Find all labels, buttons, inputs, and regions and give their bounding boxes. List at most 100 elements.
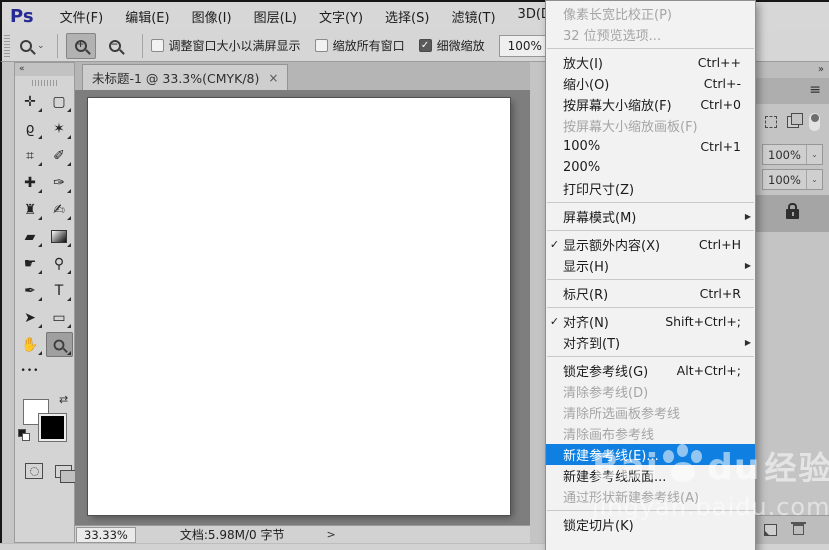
tab-close-icon[interactable]: × [268,71,278,85]
crop-tool-icon: ⌗ [26,147,34,164]
menu-item-pixel-aspect-ratio-correction[interactable]: 像素长宽比校正(P) [546,3,755,24]
smudge-tool[interactable]: ☛ [17,251,44,276]
default-colors-icon[interactable] [18,429,30,441]
brush-tool[interactable]: ✑ [46,170,73,195]
trash-icon[interactable] [791,522,806,535]
scrubby-zoom-checkbox[interactable]: 细微缩放 [418,37,485,54]
menu-shortcut: Ctrl+R [699,286,741,301]
menu-item-print-size[interactable]: 打印尺寸(Z) [546,178,755,199]
new-layer-icon[interactable] [764,523,777,536]
menubar-item-type[interactable]: 文字(Y) [309,3,373,30]
tools-panel: « ✛ ▢ ϱ ✶ ⌗ ✐ ✚ ✑ ♜ ✍ ▰ ☛ ⚲ ✒ T ➤ ▭ ✋ ••• ⇄ [14,62,77,543]
menu-item-clear-guides[interactable]: 清除参考线(D) [546,381,755,402]
dock-collapse-icon[interactable]: » [756,62,829,78]
menu-item-32bit-preview-options[interactable]: 32 位预览选项... [546,24,755,45]
chevron-down-icon[interactable]: ⌄ [806,170,822,189]
shape-tool-icon: ▭ [52,309,66,326]
opacity-field[interactable]: 100% ⌄ [762,144,823,165]
background-layer-row[interactable] [756,195,829,232]
zoom-tool-preset[interactable]: ⌄ [16,39,49,52]
type-tool[interactable]: T [46,278,73,303]
zoom-percent-field[interactable]: 100% [498,34,551,57]
fill-field[interactable]: 100% ⌄ [762,169,823,190]
lock-transparent-icon[interactable] [765,116,777,128]
marquee-tool-icon: ▢ [52,93,66,110]
toggle-knob-icon[interactable] [809,113,820,131]
menu-item-clear-canvas-guides[interactable]: 清除画布参考线 [546,423,755,444]
menubar-item-image[interactable]: 图像(I) [182,3,242,30]
dodge-tool[interactable]: ⚲ [46,251,73,276]
eyedropper-tool[interactable]: ✐ [46,143,73,168]
menu-item-new-guide[interactable]: 新建参考线(E)... [546,444,755,465]
menu-item-fit-on-screen[interactable]: 按屏幕大小缩放(F) Ctrl+0 [546,94,755,115]
resize-windows-to-fit-checkbox[interactable]: 调整窗口大小以满屏显示 [150,37,301,54]
pen-tool[interactable]: ✒ [17,278,44,303]
menu-item-snap[interactable]: ✓ 对齐(N) Shift+Ctrl+; [546,311,755,332]
status-zoom-field[interactable]: 33.33% [76,526,136,543]
eraser-tool[interactable]: ▰ [17,224,44,249]
marquee-tool[interactable]: ▢ [46,89,73,114]
document-tab-title: 未标题-1 @ 33.3%(CMYK/8) [92,71,260,86]
menubar-item-edit[interactable]: 编辑(E) [115,3,179,30]
hand-tool[interactable]: ✋ [17,332,44,357]
zoom-tool[interactable] [45,332,73,357]
tools-grid: ✛ ▢ ϱ ✶ ⌗ ✐ ✚ ✑ ♜ ✍ ▰ ☛ ⚲ ✒ T ➤ ▭ ✋ ••• [15,88,74,385]
healing-brush-tool[interactable]: ✚ [17,170,44,195]
move-tool[interactable]: ✛ [17,89,44,114]
menu-item-fit-artboard-on-screen[interactable]: 按屏幕大小缩放画板(F) [546,115,755,136]
menu-item-show-extras[interactable]: ✓ 显示额外内容(X) Ctrl+H [546,234,755,255]
tools-panel-collapse[interactable]: « [15,63,74,76]
screen-mode-button[interactable] [55,464,77,483]
zoom-out-button[interactable]: − [100,33,130,59]
checkbox-icon[interactable] [314,39,328,52]
canvas[interactable] [88,98,510,515]
quick-mask-button[interactable] [25,463,43,479]
tools-panel-grip[interactable] [31,80,58,86]
menu-item-lock-slices[interactable]: 锁定切片(K) [546,514,755,535]
menubar-item-select[interactable]: 选择(S) [375,3,439,30]
menu-item-new-guide-layout[interactable]: 新建参考线版面... [546,465,755,486]
shape-tool[interactable]: ▭ [46,305,73,330]
panel-menu-icon[interactable]: ≡ [756,78,829,104]
menu-item-zoom-100[interactable]: 100% Ctrl+1 [546,136,755,157]
menu-item-screen-mode[interactable]: 屏幕模式(M) ▶ [546,206,755,227]
menu-separator [547,307,754,308]
canvas-area [75,90,530,525]
swap-colors-icon[interactable]: ⇄ [59,393,68,406]
menu-item-zoom-in[interactable]: 放大(I) Ctrl++ [546,52,755,73]
document-tab[interactable]: 未标题-1 @ 33.3%(CMYK/8) × [82,64,289,90]
quick-selection-tool[interactable]: ✶ [46,116,73,141]
left-frame-strip [0,62,14,543]
layers-panel-bottom-bar [756,515,829,543]
status-chevron-icon[interactable]: > [326,528,335,541]
menu-item-new-guides-from-shape[interactable]: 通过形状新建参考线(A) [546,486,755,507]
menu-item-zoom-out[interactable]: 缩小(O) Ctrl+- [546,73,755,94]
options-bar-grip[interactable] [4,34,10,57]
background-color-swatch[interactable] [39,414,66,441]
zoom-all-windows-checkbox[interactable]: 缩放所有窗口 [314,37,405,54]
menu-item-rulers[interactable]: 标尺(R) Ctrl+R [546,283,755,304]
more-tools[interactable]: ••• [17,359,44,384]
history-brush-tool[interactable]: ✍ [46,197,73,222]
crop-tool[interactable]: ⌗ [17,143,44,168]
chevron-down-icon[interactable]: ⌄ [806,145,822,164]
menu-shortcut: Ctrl+0 [700,97,741,112]
menu-item-clear-selected-artboard-guides[interactable]: 清除所选画板参考线 [546,402,755,423]
menubar-item-file[interactable]: 文件(F) [50,3,114,30]
gradient-tool[interactable] [46,224,73,249]
menu-item-show[interactable]: 显示(H) ▶ [546,255,755,276]
lock-layer-icon[interactable] [787,113,803,128]
menubar-item-filter[interactable]: 滤镜(T) [441,3,505,30]
path-selection-tool[interactable]: ➤ [17,305,44,330]
menu-shortcut: Ctrl+1 [700,139,741,154]
zoom-in-button[interactable]: + [65,32,96,59]
menu-item-lock-guides[interactable]: 锁定参考线(G) Alt+Ctrl+; [546,360,755,381]
checkbox-icon[interactable] [150,39,164,52]
menubar-item-layer[interactable]: 图层(L) [244,3,307,30]
menu-item-snap-to[interactable]: 对齐到(T) ▶ [546,332,755,353]
checkbox-icon[interactable] [418,39,432,52]
clone-stamp-tool[interactable]: ♜ [17,197,44,222]
healing-brush-tool-icon: ✚ [24,174,36,191]
lasso-tool[interactable]: ϱ [17,116,44,141]
menu-item-zoom-200[interactable]: 200% [546,157,755,178]
